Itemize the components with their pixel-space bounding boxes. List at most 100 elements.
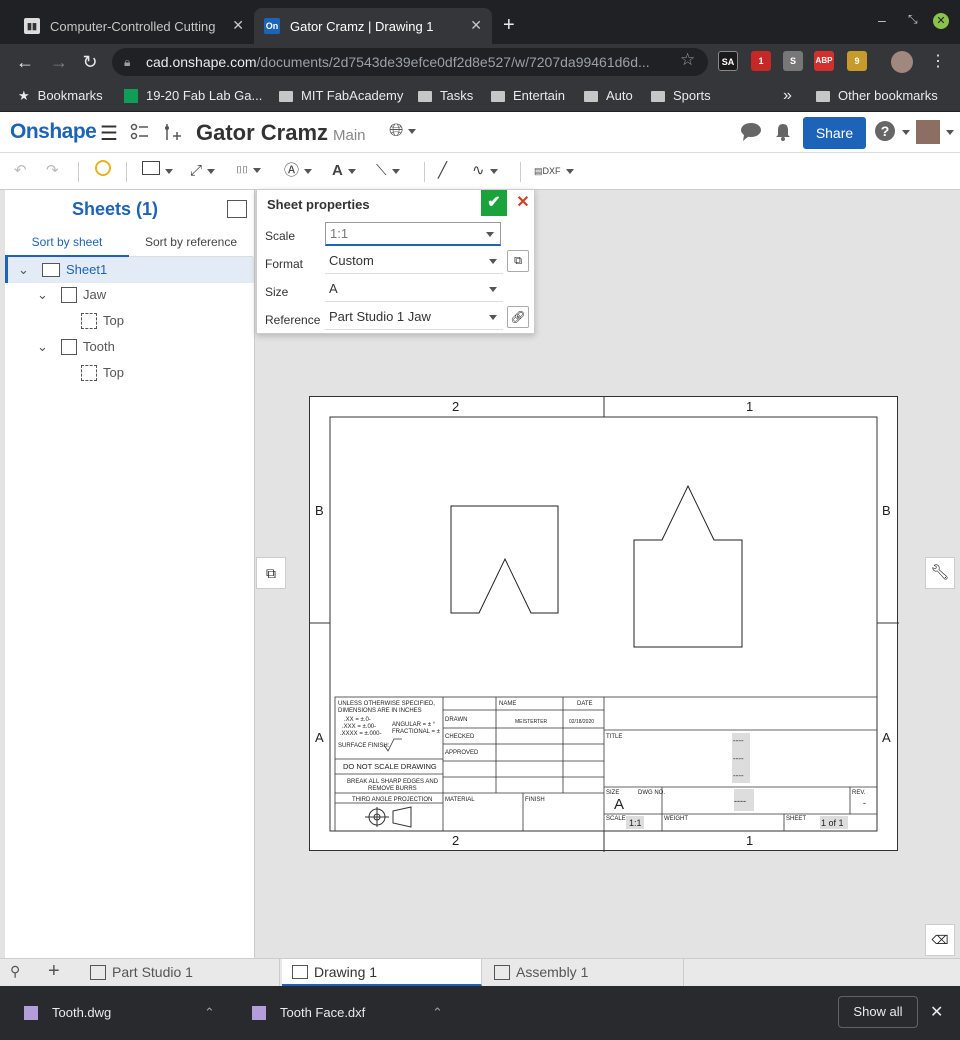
tab-manager-icon[interactable]: ⚲: [10, 963, 20, 980]
leader-icon[interactable]: ⟍: [376, 160, 400, 182]
tab-sort-by-reference[interactable]: Sort by reference: [129, 231, 253, 257]
user-avatar[interactable]: [916, 120, 940, 144]
profile-avatar[interactable]: [891, 51, 913, 73]
new-tab-icon[interactable]: +: [503, 14, 515, 37]
download-item-tooth-face-dxf[interactable]: Tooth Face.dxf ⌃: [252, 986, 452, 1040]
tree-label: Jaw: [83, 287, 107, 302]
view-icon: [81, 313, 97, 329]
add-tab-icon[interactable]: +: [48, 960, 60, 983]
minimize-icon[interactable]: –: [878, 12, 886, 28]
bookmark-tasks[interactable]: Tasks: [418, 86, 473, 106]
views-panel-icon[interactable]: ⧉: [256, 557, 286, 589]
scale-select[interactable]: 1:1: [325, 222, 501, 246]
tb-sheet-lbl: SHEET: [786, 816, 806, 822]
tree-item-jaw-top[interactable]: Top: [5, 308, 254, 334]
book-icon: ▮▮: [24, 18, 40, 34]
size-select[interactable]: A: [325, 278, 503, 302]
extension-badge-icon[interactable]: 1: [751, 51, 771, 71]
undo-icon[interactable]: ↶: [14, 160, 27, 182]
menu-icon[interactable]: ☰: [100, 121, 118, 146]
part-studio-icon: [90, 965, 106, 980]
tree-item-tooth-top[interactable]: Top: [5, 360, 254, 386]
browser-tab-cutting[interactable]: ▮▮ Computer-Controlled Cutting ✕: [14, 8, 254, 44]
link-icon[interactable]: 🔗︎: [507, 306, 529, 328]
close-window-icon[interactable]: ✕: [933, 13, 949, 29]
tab-part-studio-1[interactable]: Part Studio 1: [80, 959, 280, 986]
line-icon[interactable]: ╱: [438, 160, 447, 182]
tab-assembly-1[interactable]: Assembly 1: [484, 959, 684, 986]
tab-sort-by-sheet[interactable]: Sort by sheet: [5, 231, 129, 257]
chevron-up-icon[interactable]: ⌃: [204, 986, 215, 1040]
comment-icon[interactable]: [740, 122, 762, 145]
dxf-export-icon[interactable]: ▤DXF: [534, 160, 574, 182]
chevron-down-icon[interactable]: [897, 124, 910, 139]
back-icon[interactable]: ←: [14, 51, 36, 73]
bookmark-sports[interactable]: Sports: [651, 86, 711, 106]
extension-sa-icon[interactable]: SA: [718, 51, 738, 71]
wrench-icon[interactable]: 🔧︎: [925, 557, 955, 589]
redo-icon[interactable]: ↷: [46, 160, 59, 182]
chevron-down-icon[interactable]: [941, 124, 954, 139]
tree-item-sheet1[interactable]: ⌄ Sheet1: [5, 257, 254, 283]
reference-select[interactable]: Part Studio 1 Jaw: [325, 306, 503, 330]
add-sheet-icon[interactable]: [227, 200, 247, 218]
tb-title: TITLE: [606, 734, 622, 740]
spline-icon[interactable]: ∿: [472, 160, 498, 182]
ordinate-icon[interactable]: ⌷⌷: [236, 160, 261, 182]
tb-tol2: .XXX = ±.00-: [342, 724, 376, 730]
cancel-close-icon[interactable]: ✕: [513, 190, 533, 216]
dimension-icon[interactable]: ⤢: [190, 160, 216, 182]
show-all-button[interactable]: Show all: [838, 996, 918, 1028]
drawing-sheet[interactable]: UNLESS OTHERWISE SPECIFIED, DIMENSIONS A…: [309, 396, 899, 852]
folder-icon: [651, 90, 665, 102]
bookmark-fablab[interactable]: 19-20 Fab Lab Ga...: [124, 86, 262, 106]
browser-tab-onshape[interactable]: On Gator Cramz | Drawing 1 ✕: [254, 8, 492, 44]
more-bookmarks[interactable]: »: [783, 86, 792, 106]
tree-item-tooth[interactable]: ⌄ Tooth: [5, 334, 254, 360]
note-icon[interactable]: Ⓐ: [284, 160, 313, 182]
globe-icon[interactable]: 🌐︎: [389, 120, 417, 141]
help-icon[interactable]: ?: [875, 121, 895, 141]
tree-item-jaw[interactable]: ⌄ Jaw: [5, 282, 254, 308]
insert-icon[interactable]: [162, 122, 182, 142]
format-import-icon[interactable]: ⧉: [507, 250, 529, 272]
extension-puzzle-icon[interactable]: 9: [847, 51, 867, 71]
chevron-down-icon[interactable]: ⌄: [37, 334, 48, 360]
regenerate-icon[interactable]: [92, 160, 114, 182]
bookmark-label: MIT FabAcademy: [301, 88, 404, 103]
download-item-tooth-dwg[interactable]: Tooth.dwg ⌃: [24, 986, 224, 1040]
other-bookmarks[interactable]: Other bookmarks: [816, 86, 938, 106]
insert-view-icon[interactable]: [142, 160, 173, 182]
bookmark-label: Bookmarks: [37, 88, 103, 103]
chevron-down-icon[interactable]: ⌄: [18, 257, 29, 283]
bookmark-fabacademy[interactable]: MIT FabAcademy: [279, 86, 403, 106]
bell-icon[interactable]: [774, 122, 792, 145]
branch-label[interactable]: Main: [333, 127, 366, 144]
address-bar[interactable]: 🔒︎ cad.onshape.com/documents/2d7543de39e…: [112, 48, 708, 76]
bookmark-auto[interactable]: Auto: [584, 86, 633, 106]
restore-icon[interactable]: ⤡: [908, 12, 918, 27]
reload-icon[interactable]: ↻: [79, 51, 101, 73]
share-button[interactable]: Share: [803, 117, 866, 149]
document-title[interactable]: Gator Cramz: [196, 120, 328, 146]
close-icon[interactable]: ✕: [470, 17, 482, 34]
extension-s-icon[interactable]: S: [783, 51, 803, 71]
close-shelf-icon[interactable]: ✕: [930, 1002, 943, 1022]
tb-burrs1: BREAK ALL SHARP EDGES AND: [347, 779, 439, 785]
format-select[interactable]: Custom: [325, 250, 503, 274]
adblock-icon[interactable]: ABP: [814, 51, 834, 71]
tab-drawing-1[interactable]: Drawing 1: [282, 959, 482, 986]
text-icon[interactable]: A: [332, 160, 356, 182]
onshape-logo[interactable]: Onshape: [10, 120, 97, 144]
close-icon[interactable]: ✕: [232, 17, 244, 34]
feature-list-icon[interactable]: [130, 122, 150, 142]
menu-dots-icon[interactable]: ⋮: [930, 51, 946, 71]
bookmarks-star[interactable]: ★ Bookmarks: [18, 86, 103, 106]
bookmark-entertain[interactable]: Entertain: [491, 86, 565, 106]
chevron-down-icon[interactable]: ⌄: [37, 282, 48, 308]
chevron-up-icon[interactable]: ⌃: [432, 986, 443, 1040]
star-icon[interactable]: ☆: [680, 50, 695, 70]
eraser-icon[interactable]: ⌫: [925, 924, 955, 956]
forward-icon[interactable]: →: [48, 51, 70, 73]
confirm-check-icon[interactable]: ✔: [481, 190, 507, 216]
